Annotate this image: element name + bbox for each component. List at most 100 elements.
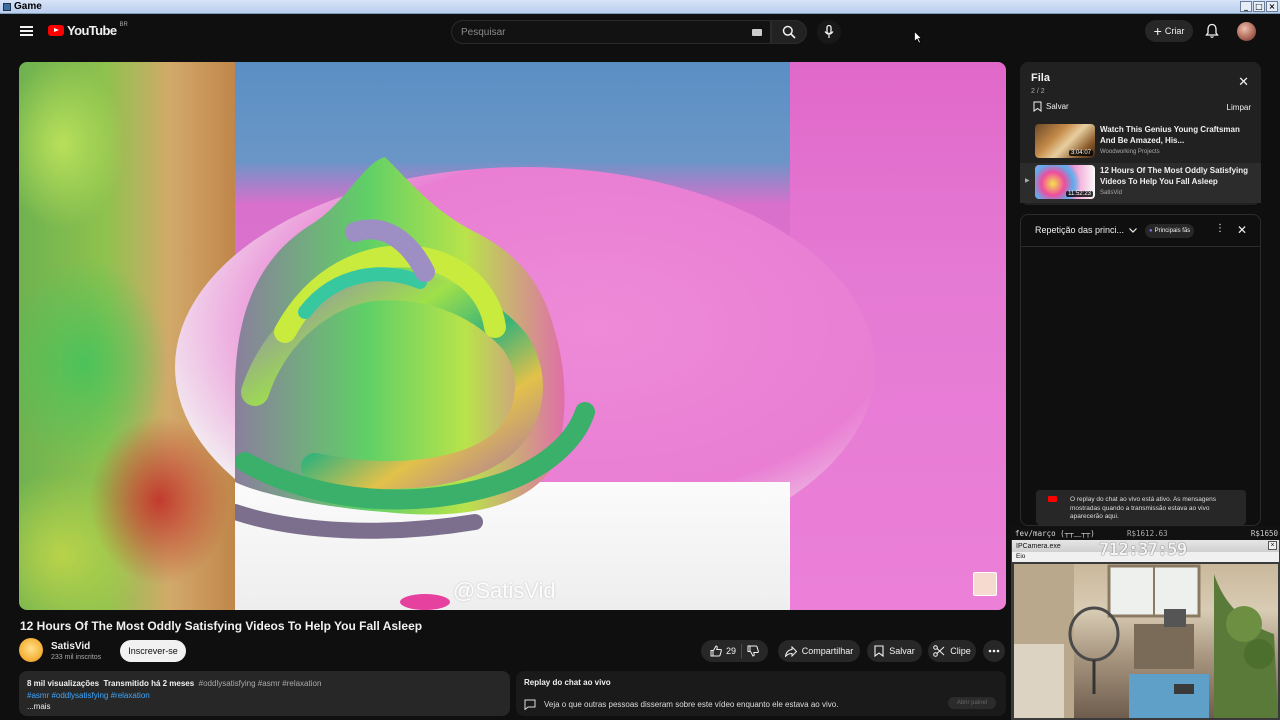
chat-replay-text: Veja o que outras pessoas disseram sobre…	[544, 700, 839, 709]
menu-icon[interactable]	[20, 26, 33, 36]
channel-avatar[interactable]	[19, 638, 43, 662]
bookmark-icon	[1033, 101, 1042, 112]
like-divider	[741, 644, 742, 658]
queue-item-title: 12 Hours Of The Most Oddly Satisfying Vi…	[1100, 166, 1249, 186]
clip-label: Clipe	[950, 646, 971, 656]
top-fans-badge[interactable]: ● Principais fãs	[1145, 224, 1195, 238]
camera-window-name: IPCamera.exe	[1016, 542, 1061, 550]
camera-close-icon[interactable]: ×	[1268, 541, 1277, 550]
chat-notice-text: O replay do chat ao vivo está ativo. As …	[1070, 496, 1216, 520]
keyboard-icon[interactable]	[752, 29, 762, 36]
queue-panel: Fila 2 / 2 ✕ Salvar Limpar 3:04:07 Watch…	[1020, 62, 1261, 205]
chat-mode-dropdown[interactable]: Repetição das princi...	[1035, 225, 1137, 235]
description-box[interactable]: 8 mil visualizações Transmitido há 2 mes…	[19, 671, 510, 716]
logo-text: YouTube	[67, 23, 117, 38]
queue-clear-button[interactable]: Limpar	[1227, 103, 1251, 112]
video-player[interactable]: @SatisVid	[19, 62, 1006, 610]
strip-goal: R$1650	[1250, 528, 1278, 538]
description-hashtags[interactable]: #asmr #oddlysatisfying #relaxation	[27, 690, 502, 702]
more-vertical-icon[interactable]: ⋮	[1215, 223, 1225, 234]
app-icon	[3, 2, 11, 11]
share-icon	[784, 645, 797, 657]
save-label: Salvar	[889, 646, 915, 656]
search-input[interactable]	[461, 26, 741, 38]
like-dislike-group: 29	[701, 640, 768, 662]
close-window-button[interactable]: ×	[1266, 1, 1278, 12]
maximize-button[interactable]: □	[1253, 1, 1265, 12]
queue-item-channel: Woodworking Projects	[1100, 149, 1160, 155]
save-button[interactable]: Salvar	[867, 640, 922, 662]
account-avatar[interactable]	[1237, 22, 1256, 41]
microphone-icon	[824, 25, 834, 38]
queue-close-icon[interactable]: ✕	[1238, 75, 1249, 88]
youtube-play-icon	[48, 25, 64, 36]
chat-bubble-icon	[524, 699, 536, 710]
queue-item-current[interactable]: ▶ 11:52:23 12 Hours Of The Most Oddly Sa…	[1020, 163, 1261, 203]
create-button[interactable]: + Criar	[1145, 20, 1193, 42]
open-panel-button[interactable]: Abrir painel	[948, 697, 996, 709]
chat-close-icon[interactable]: ✕	[1237, 223, 1247, 237]
stream-info-strip: fev/março (┬┬﹏┬┬) R$1612.63 R$1650	[1011, 526, 1280, 540]
youtube-logo[interactable]: YouTube BR	[48, 21, 128, 38]
thumbs-down-icon[interactable]	[747, 645, 759, 657]
search-button[interactable]	[771, 20, 807, 44]
queue-item-duration: 11:52:23	[1066, 191, 1093, 197]
notifications-bell-icon[interactable]	[1205, 23, 1219, 39]
channel-name[interactable]: SatisVid	[51, 641, 90, 652]
queue-title: Fila	[1031, 72, 1050, 84]
window-titlebar: Game _ □ ×	[0, 0, 1280, 14]
frosting-swirl	[235, 157, 595, 610]
chat-replay-row: Veja o que outras pessoas disseram sobre…	[524, 699, 838, 710]
strip-label: fev/março (┬┬﹏┬┬)	[1015, 528, 1095, 538]
queue-item-title: Watch This Genius Young Craftsman And Be…	[1100, 125, 1240, 145]
voice-search-button[interactable]	[817, 20, 841, 44]
chat-mode-label: Repetição das princi...	[1035, 225, 1125, 235]
youtube-icon	[1048, 496, 1057, 502]
show-more-link[interactable]: ...mais	[27, 701, 502, 713]
window-title-group: Game	[3, 1, 42, 12]
clip-button[interactable]: Clipe	[928, 640, 976, 662]
queue-item-thumbnail: 11:52:23	[1035, 165, 1095, 199]
now-playing-icon: ▶	[1025, 178, 1030, 184]
queue-save-button[interactable]: Salvar	[1033, 101, 1069, 112]
stream-date: Transmitido há 2 meses	[103, 679, 195, 688]
window-controls: _ □ ×	[1240, 1, 1278, 12]
queue-item-channel: SatisVid	[1100, 190, 1122, 196]
live-chat-panel: Repetição das princi... ● Principais fãs…	[1020, 214, 1261, 526]
inline-hashtags: #oddlysatisfying #asmr #relaxation	[198, 679, 322, 688]
camera-timer: 712:37:59	[1099, 540, 1187, 560]
queue-item-duration: 3:04:07	[1068, 150, 1093, 156]
queue-item-thumbnail: 3:04:07	[1035, 124, 1095, 158]
top-bar: YouTube BR + Criar	[0, 14, 1280, 50]
like-button[interactable]: 29	[710, 645, 736, 657]
thumbs-up-icon	[710, 645, 722, 657]
queue-count: 2 / 2	[1031, 88, 1045, 95]
strip-amount: R$1612.63	[1127, 528, 1168, 538]
channel-watermark-logo[interactable]	[973, 572, 997, 596]
plus-icon: +	[1153, 23, 1162, 39]
video-frame	[175, 62, 875, 610]
chat-replay-title: Replay do chat ao vivo	[524, 678, 611, 687]
top-fans-label: Principais fãs	[1154, 228, 1191, 234]
logo-country-code: BR	[119, 21, 128, 28]
chat-replay-box: Replay do chat ao vivo Veja o que outras…	[516, 671, 1006, 716]
subscribe-button[interactable]: Inscrever-se	[120, 640, 186, 662]
view-count: 8 mil visualizações	[27, 679, 100, 688]
video-watermark: @SatisVid	[453, 578, 556, 603]
bookmark-icon	[874, 645, 884, 657]
room-scene	[1014, 564, 1278, 718]
create-label: Criar	[1164, 26, 1185, 36]
camera-feed	[1014, 564, 1278, 718]
video-title: 12 Hours Of The Most Oddly Satisfying Vi…	[20, 619, 423, 633]
share-button[interactable]: Compartilhar	[778, 640, 860, 662]
channel-subscribers: 233 mil inscritos	[51, 654, 102, 661]
like-count: 29	[725, 646, 736, 656]
camera-overlay: fev/março (┬┬﹏┬┬) R$1612.63 R$1650 IPCam…	[1011, 526, 1280, 720]
queue-item[interactable]: 3:04:07 Watch This Genius Young Craftsma…	[1020, 122, 1261, 162]
more-actions-button[interactable]	[983, 640, 1005, 662]
scissors-icon	[933, 645, 945, 657]
minimize-button[interactable]: _	[1240, 1, 1252, 12]
queue-save-label: Salvar	[1046, 102, 1069, 111]
search-icon	[782, 25, 796, 39]
chat-header: Repetição das princi... ● Principais fãs…	[1021, 215, 1260, 247]
